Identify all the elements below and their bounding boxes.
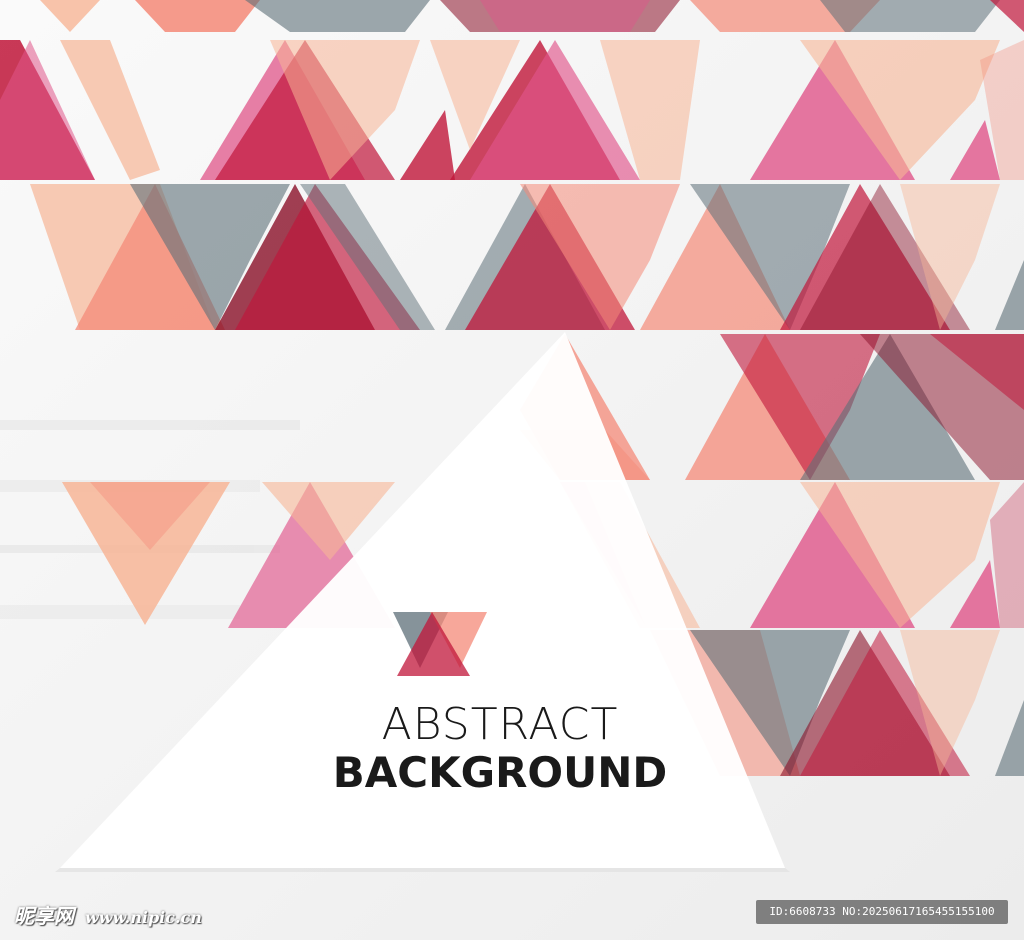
watermark: 昵享网 www.nipic.cn	[14, 900, 202, 929]
triangle-pattern-background	[0, 0, 1024, 940]
central-white-triangle-shadow	[55, 868, 790, 872]
headline-line-2: BACKGROUND	[332, 748, 668, 797]
watermark-site: 昵享网	[14, 904, 74, 928]
headline: ABSTRACT BACKGROUND	[300, 700, 700, 796]
watermark-url: www.nipic.cn	[84, 908, 202, 927]
image-id-badge: ID:6608733 NO:20250617165455155100	[756, 900, 1008, 924]
headline-line-1: ABSTRACT	[381, 699, 619, 750]
triangle-row-0	[40, 0, 1024, 32]
triangle-row-2	[30, 184, 1024, 330]
